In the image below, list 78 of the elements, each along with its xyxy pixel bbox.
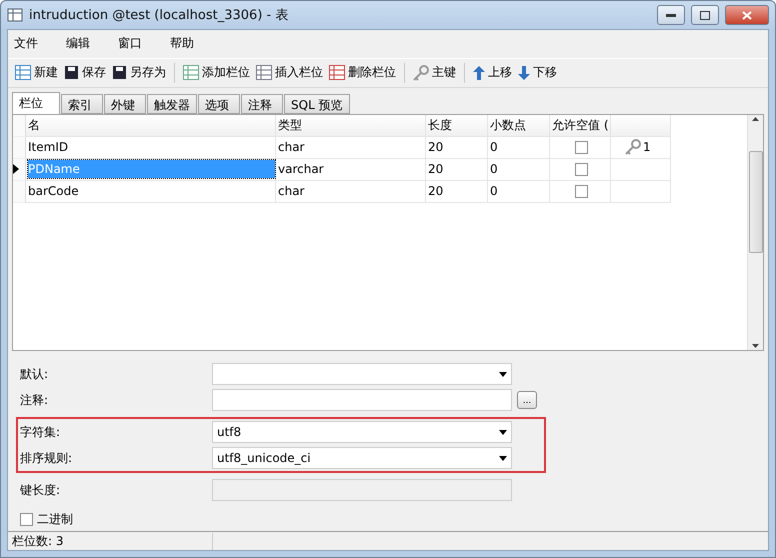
input-field[interactable]	[212, 389, 512, 412]
table-cell: 0	[490, 184, 498, 198]
scroll-down-icon[interactable]	[752, 344, 759, 348]
tab[interactable]: 触发器	[147, 94, 197, 114]
toolbar-button[interactable]: 下移	[515, 64, 560, 82]
table-cell: 20	[428, 140, 444, 154]
up-arrow-icon	[473, 66, 485, 80]
minimize-button[interactable]	[657, 5, 685, 25]
tab[interactable]: 注释	[241, 94, 283, 114]
tab[interactable]: SQL 预览	[284, 94, 350, 114]
tab[interactable]: 选项	[198, 94, 240, 114]
field-label: 字符集:	[20, 424, 62, 441]
toolbar-button[interactable]: 另存为	[109, 64, 169, 82]
table-icon	[183, 65, 199, 80]
maximize-button[interactable]	[691, 5, 719, 25]
dropdown-arrow-icon[interactable]	[499, 456, 507, 461]
table-cell: 0	[490, 162, 498, 176]
checkbox[interactable]	[574, 140, 588, 154]
toolbar-button[interactable]: 插入栏位	[253, 64, 326, 82]
scroll-up-icon[interactable]	[752, 116, 759, 121]
column-header[interactable]	[611, 114, 671, 137]
toolbar-button[interactable]: 主键	[410, 64, 459, 82]
toolbar-button[interactable]: 新建	[12, 64, 61, 82]
dropdown-field[interactable]: utf8	[212, 421, 512, 444]
more-button[interactable]: ...	[517, 391, 537, 410]
table-icon	[7, 7, 23, 23]
minimize-icon	[666, 14, 676, 16]
column-header[interactable]: 长度	[426, 114, 488, 137]
toolbar-button[interactable]: 上移	[470, 64, 515, 82]
checkbox[interactable]	[20, 512, 33, 526]
table-cell: 0	[490, 140, 498, 154]
field-label: 键长度:	[20, 482, 62, 499]
column-header[interactable]: 类型	[276, 114, 426, 137]
tab[interactable]: 栏位	[12, 92, 60, 114]
table-cell: 20	[428, 162, 444, 176]
checkbox-label: 二进制	[37, 510, 73, 528]
field-count: 栏位数: 3	[12, 532, 213, 550]
key-icon	[625, 139, 641, 156]
table-cell: char	[278, 140, 304, 154]
toolbar-button[interactable]: 保存	[61, 64, 109, 82]
row-header[interactable]	[13, 158, 26, 181]
menu-item[interactable]: 编辑	[66, 35, 90, 53]
column-header[interactable]: 允许空值 (	[550, 114, 611, 137]
table-icon	[15, 65, 31, 80]
column-header[interactable]: 小数点	[488, 114, 550, 137]
scrollbar[interactable]	[747, 114, 763, 350]
dropdown-field[interactable]	[212, 363, 512, 386]
current-row-icon	[13, 164, 19, 174]
dropdown-field[interactable]: utf8_unicode_ci	[212, 447, 512, 470]
table-icon	[256, 65, 272, 80]
down-arrow-icon	[518, 66, 530, 80]
menu-item[interactable]: 帮助	[170, 35, 194, 53]
checkbox[interactable]	[574, 184, 588, 198]
checkbox[interactable]	[574, 162, 588, 176]
dropdown-arrow-icon[interactable]	[499, 430, 507, 435]
close-icon	[742, 10, 752, 20]
table-cell: 20	[428, 184, 444, 198]
maximize-icon	[700, 10, 710, 20]
window-title: intruduction @test (localhost_3306) - 表	[29, 7, 290, 24]
tab[interactable]: 外键	[104, 94, 146, 114]
key-icon	[413, 64, 429, 81]
menu-item[interactable]: 窗口	[118, 35, 142, 53]
field-label: 排序规则:	[20, 450, 74, 467]
table-cell[interactable]: ItemID	[28, 140, 68, 154]
tab[interactable]: 索引	[61, 94, 103, 114]
toolbar-button[interactable]: 删除栏位	[326, 64, 399, 82]
table-cell[interactable]: barCode	[28, 184, 79, 198]
toolbar-button[interactable]: 添加栏位	[180, 64, 253, 82]
menu-item[interactable]: 文件	[14, 35, 38, 53]
field-label: 注释:	[20, 392, 50, 409]
field-label: 默认:	[20, 366, 50, 383]
column-header[interactable]: 名	[26, 114, 276, 137]
table-icon	[329, 65, 345, 80]
key-order: 1	[643, 140, 651, 154]
table-cell: varchar	[278, 162, 324, 176]
dropdown-arrow-icon[interactable]	[499, 372, 507, 377]
close-button[interactable]	[725, 5, 769, 25]
table-cell: char	[278, 184, 304, 198]
